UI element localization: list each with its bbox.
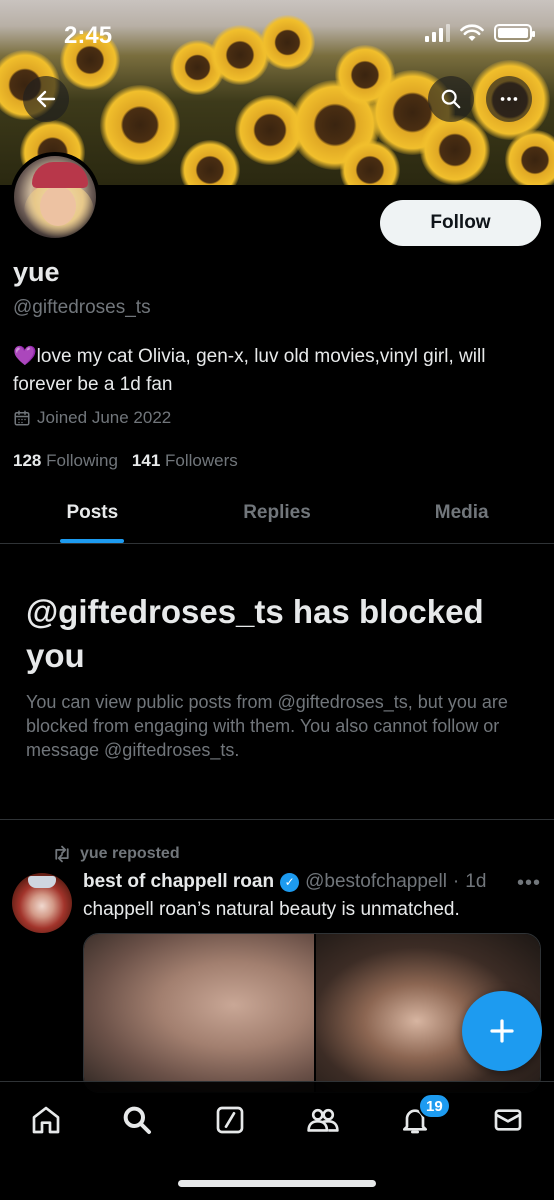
back-button[interactable] <box>23 76 69 122</box>
nav-communities[interactable] <box>301 1100 345 1140</box>
tab-posts-label: Posts <box>66 502 119 523</box>
status-time: 2:45 <box>64 22 113 49</box>
blocked-title: @giftedroses_ts has blocked you <box>26 593 484 674</box>
followers-link[interactable]: 141 Followers <box>132 451 238 471</box>
post-image-1[interactable] <box>84 934 314 1092</box>
post-header: best of chappell roan ✓ @bestofchappell … <box>83 871 486 893</box>
profile-avatar[interactable] <box>10 152 100 242</box>
nav-messages[interactable] <box>486 1100 530 1140</box>
post-author-avatar[interactable] <box>12 873 72 933</box>
post-time: 1d <box>465 871 487 892</box>
bio-text: love my cat Olivia, gen-x, luv old movie… <box>13 346 486 395</box>
more-icon <box>500 97 518 101</box>
tab-posts[interactable]: Posts <box>0 490 185 543</box>
nav-grok[interactable] <box>208 1100 252 1140</box>
home-indicator[interactable] <box>178 1180 376 1187</box>
post-separator: · <box>452 871 460 892</box>
back-arrow-icon <box>36 90 56 108</box>
follow-button[interactable]: Follow <box>380 200 541 246</box>
grok-icon <box>216 1106 244 1134</box>
repost-label[interactable]: yue reposted <box>80 845 180 863</box>
profile-handle: @giftedroses_ts <box>13 297 151 318</box>
status-bar: 2:45 <box>0 0 554 70</box>
verified-badge-icon: ✓ <box>280 872 300 892</box>
compose-button[interactable] <box>462 991 542 1071</box>
plus-icon <box>490 1019 514 1043</box>
wifi-icon <box>460 24 484 41</box>
nav-explore[interactable] <box>115 1100 159 1140</box>
more-button[interactable] <box>486 76 532 122</box>
nav-home[interactable] <box>24 1100 68 1140</box>
post-text: chappell roan’s natural beauty is unmatc… <box>83 899 460 920</box>
active-tab-indicator <box>60 539 125 543</box>
post-author-handle[interactable]: @bestofchappell <box>305 871 447 893</box>
notifications-badge: 19 <box>418 1093 451 1119</box>
tab-replies[interactable]: Replies <box>185 490 370 543</box>
cellular-signal-icon <box>425 24 450 42</box>
tab-media-label: Media <box>434 502 489 523</box>
following-label: Following <box>46 451 118 470</box>
divider <box>0 819 554 820</box>
purple-heart-emoji: 💜 <box>13 346 37 367</box>
following-link[interactable]: 128 Following <box>13 451 118 471</box>
followers-count: 141 <box>131 451 161 470</box>
joined-text: Joined June 2022 <box>37 408 172 427</box>
mail-icon <box>494 1109 522 1131</box>
home-icon <box>32 1106 60 1134</box>
status-icons <box>425 24 535 42</box>
tab-media[interactable]: Media <box>369 490 554 543</box>
battery-icon <box>494 24 535 42</box>
communities-icon <box>307 1108 339 1132</box>
joined-date: Joined June 2022 <box>13 408 171 428</box>
display-name: yue <box>13 257 60 287</box>
blocked-message: You can view public posts from @giftedro… <box>26 692 508 760</box>
post-more-icon[interactable]: ••• <box>517 872 541 895</box>
calendar-icon <box>14 410 30 426</box>
profile-bio: 💜love my cat Olivia, gen-x, luv old movi… <box>13 343 543 399</box>
repost-icon <box>55 845 69 863</box>
post-author-name[interactable]: best of chappell roan <box>83 871 274 893</box>
tab-replies-label: Replies <box>243 502 311 523</box>
search-icon <box>441 89 461 109</box>
followers-label: Followers <box>165 451 238 470</box>
search-button[interactable] <box>428 76 474 122</box>
search-icon <box>123 1106 151 1134</box>
follow-stats: 128 Following 141 Followers <box>13 451 238 471</box>
repost-indicator: yue reposted <box>52 845 180 863</box>
following-count: 128 <box>13 451 42 470</box>
profile-tabs: Posts Replies Media <box>0 490 554 544</box>
